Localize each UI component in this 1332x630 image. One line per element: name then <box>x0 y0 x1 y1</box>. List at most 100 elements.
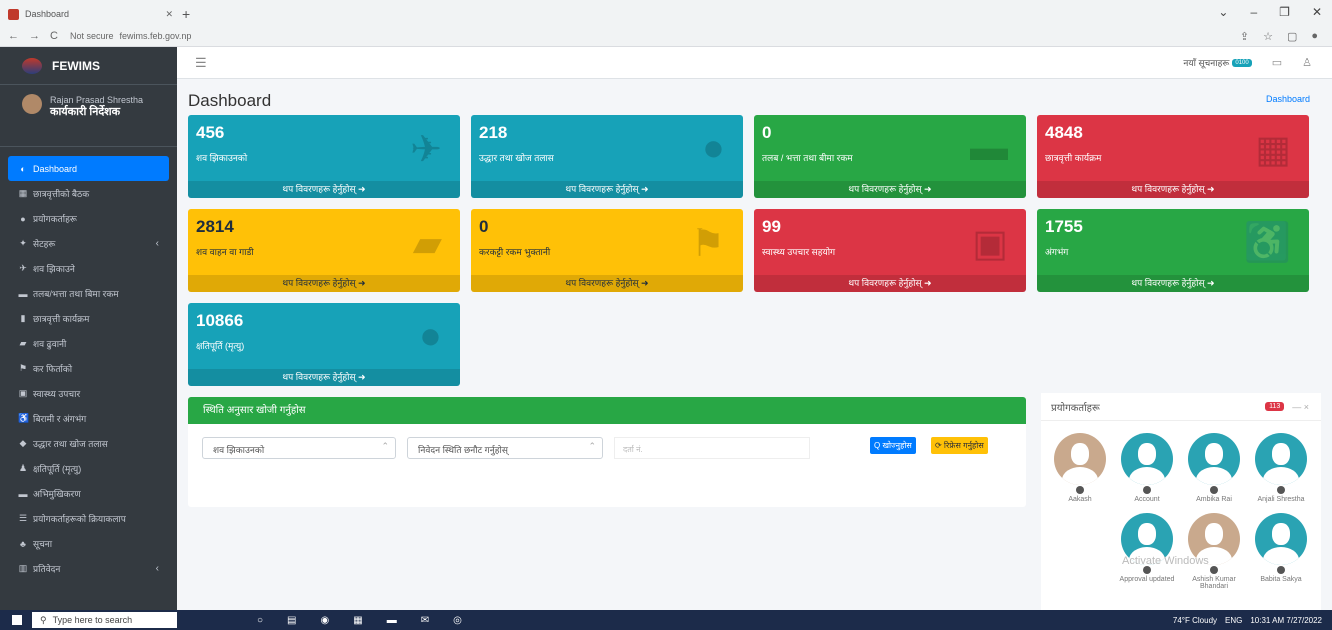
clock-time: 10:31 AM <box>1250 615 1285 625</box>
search-button[interactable]: Q खोज्नुहोस <box>870 437 916 454</box>
user-menu-icon[interactable]: ♙ <box>1302 56 1312 69</box>
more-info-link[interactable]: थप विवरणहरू हेर्नुहोस् ➜ <box>188 369 460 386</box>
avatar <box>1255 433 1307 485</box>
status-select[interactable]: निवेदन स्थिति छनौट गर्नुहोस् ⌃ <box>407 437 603 459</box>
truck-icon: ▰ <box>19 338 27 348</box>
breadcrumb[interactable]: Dashboard <box>1266 94 1310 104</box>
more-info-link[interactable]: थप विवरणहरू हेर्नुहोस् ➜ <box>754 181 1026 198</box>
sidebar-item-1[interactable]: ▦ छात्रवृत्तीको बैठक <box>0 181 177 206</box>
avatar <box>1054 433 1106 485</box>
sidebar-item-10[interactable]: ♿ बिरामी र अंगभंग <box>0 406 177 431</box>
ambulance-icon: ▣ <box>18 388 28 398</box>
user-card[interactable]: Ambika Rai <box>1181 433 1247 503</box>
activate-windows-watermark: Activate Windows <box>1122 555 1209 567</box>
sidebar-item-2[interactable]: ● प्रयोगकर्ताहरू <box>0 206 177 231</box>
chevron-down-icon[interactable]: ⌄ <box>1218 5 1228 19</box>
user-panel[interactable]: Rajan Prasad Shrestha कार्यकारी निर्देशक <box>0 85 177 147</box>
share-icon[interactable]: ⇪ <box>1240 30 1249 43</box>
user-card[interactable]: Ashish Kumar Bhandari <box>1181 513 1247 590</box>
brand[interactable]: FEWIMS <box>0 47 177 85</box>
sidebar-item-label: प्रतिवेदन <box>33 564 61 574</box>
more-info-link[interactable]: थप विवरणहरू हेर्नुहोस् ➜ <box>188 275 460 292</box>
chrome-icon[interactable]: ◎ <box>453 615 462 626</box>
user-card[interactable]: Aakash <box>1047 433 1113 503</box>
address-bar[interactable]: ← → C Not secure fewims.feb.gov.np ⇪ ☆ ▢ ● <box>0 27 1332 45</box>
task-view-icon[interactable]: ○ <box>257 615 263 626</box>
explorer-icon[interactable]: ▬ <box>387 615 397 626</box>
more-info-link[interactable]: थप विवरणहरू हेर्नुहोस् ➜ <box>1037 181 1309 198</box>
reload-icon[interactable]: C <box>50 30 58 42</box>
widgets-icon[interactable]: ▤ <box>287 615 296 626</box>
sidebar-item-4[interactable]: ✈ शव झिकाउने <box>0 256 177 281</box>
user-card[interactable]: Approval updated <box>1114 513 1180 583</box>
sidebar-item-12[interactable]: ♟ क्षतिपूर्ति (मृत्यु) <box>0 456 177 481</box>
more-info-link[interactable]: थप विवरणहरू हेर्नुहोस् ➜ <box>471 275 743 292</box>
avatar <box>1255 513 1307 565</box>
edge-icon[interactable]: ◉ <box>321 615 330 626</box>
user-card[interactable]: Anjali Shrestha <box>1248 433 1314 503</box>
more-info-link[interactable]: थप विवरणहरू हेर्नुहोस् ➜ <box>188 181 460 198</box>
system-tray: 74°F Cloudy ENG 10:31 AM 7/27/2022 <box>1173 616 1322 625</box>
weather-status[interactable]: 74°F Cloudy <box>1173 616 1217 625</box>
sidebar-item-15[interactable]: ♣ सूचना <box>0 531 177 556</box>
plane-icon: ✈ <box>19 263 27 273</box>
minimize-icon[interactable]: – <box>1250 5 1257 19</box>
close-tab-icon[interactable]: ✕ <box>165 9 173 20</box>
chevron-left-icon[interactable]: ‹ <box>156 563 159 574</box>
sidebar-item-16[interactable]: ▥ प्रतिवेदन ‹ <box>0 556 177 581</box>
hamburger-icon[interactable]: ☰ <box>195 55 207 71</box>
sidebar-item-0[interactable]: ◐ Dashboard <box>8 156 169 181</box>
more-info-link[interactable]: थप विवरणहरू हेर्नुहोस् ➜ <box>471 181 743 198</box>
mail-icon[interactable]: ✉ <box>421 615 429 626</box>
info-box-label: तलब / भत्ता तथा बीमा रकम <box>762 153 853 163</box>
url-text[interactable]: fewims.feb.gov.np <box>119 31 191 41</box>
close-icon[interactable]: ✕ <box>1312 5 1322 19</box>
users-count-badge: 113 <box>1265 402 1285 411</box>
user-card[interactable]: Babita Sakya <box>1248 513 1314 583</box>
info-box: 2814 शव वाहन वा गाडी ▰ थप विवरणहरू हेर्नुहो… <box>188 209 460 292</box>
sidebar-item-5[interactable]: ▬ तलब/भत्ता तथा बिमा रकम <box>0 281 177 306</box>
sidebar-item-8[interactable]: ⚑ कर फिर्ताको <box>0 356 177 381</box>
refresh-button[interactable]: ⟳ रिफ्रेस गर्नुहोस <box>931 437 988 454</box>
user-card[interactable]: Account <box>1114 433 1180 503</box>
info-box: 10866 क्षतिपूर्ति (मृत्यु) ● थप विवरणहरू हे… <box>188 303 460 386</box>
category-select[interactable]: शव झिकाउनको ⌃ <box>202 437 396 459</box>
taskbar-search[interactable]: ⚲ Type here to search <box>32 612 177 628</box>
store-icon[interactable]: ▦ <box>353 615 362 626</box>
back-icon[interactable]: ← <box>8 30 19 42</box>
info-box-value: 1755 <box>1045 217 1083 236</box>
info-box-label: स्वास्थ्य उपचार सहयोग <box>762 247 836 257</box>
info-box: 1755 अंगभंग ♿ थप विवरणहरू हेर्नुहोस् ➜ <box>1037 209 1309 292</box>
notice-link[interactable]: नयाँ सूचनाहरू 0100 <box>1183 56 1252 69</box>
panel-tools-icon[interactable]: — × <box>1292 402 1309 412</box>
restore-icon[interactable]: ❐ <box>1279 5 1290 19</box>
sidebar-item-label: अभिमुखिकरण <box>33 489 81 499</box>
browser-tab[interactable]: Dashboard ✕ <box>8 5 173 23</box>
more-info-link[interactable]: थप विवरणहरू हेर्नुहोस् ➜ <box>754 275 1026 292</box>
chevron-left-icon[interactable]: ‹ <box>156 238 159 249</box>
plane-icon: ✈ <box>410 129 442 171</box>
sidebar-icon[interactable]: ▢ <box>1287 30 1297 43</box>
star-icon[interactable]: ☆ <box>1263 30 1273 43</box>
sidebar-item-14[interactable]: ☰ प्रयोगकर्ताहरूको क्रियाकलाप <box>0 506 177 531</box>
sidebar-item-9[interactable]: ▣ स्वास्थ्य उपचार <box>0 381 177 406</box>
sidebar-item-7[interactable]: ▰ शव ढुवानी <box>0 331 177 356</box>
status-dot-icon <box>1277 566 1285 574</box>
status-dot-icon <box>1277 486 1285 494</box>
more-info-link[interactable]: थप विवरणहरू हेर्नुहोस् ➜ <box>1037 275 1309 292</box>
windows-start-icon[interactable] <box>12 615 22 625</box>
forward-icon[interactable]: → <box>29 30 40 42</box>
clock[interactable]: 10:31 AM 7/27/2022 <box>1250 616 1322 625</box>
status-dot-icon <box>1143 486 1151 494</box>
profile-icon[interactable]: ● <box>1311 30 1318 43</box>
sidebar-item-11[interactable]: ◆ उद्धार तथा खोज तलास <box>0 431 177 456</box>
sidebar-item-6[interactable]: ▮ छात्रवृत्ती कार्यक्रम <box>0 306 177 331</box>
sidebar-item-3[interactable]: ✦ सेटहरू ‹ <box>0 231 177 256</box>
main-content: ☰ नयाँ सूचनाहरू 0100 ▭ ♙ Dashboard Dashbo… <box>177 47 1332 610</box>
language-indicator[interactable]: ENG <box>1225 616 1242 625</box>
calendar-icon[interactable]: ▭ <box>1272 56 1282 69</box>
registration-input[interactable]: दर्ता नं. <box>614 437 810 459</box>
info-box-value: 4848 <box>1045 123 1083 142</box>
new-tab-icon[interactable]: + <box>182 6 190 22</box>
sidebar-item-13[interactable]: ▬ अभिमुखिकरण <box>0 481 177 506</box>
